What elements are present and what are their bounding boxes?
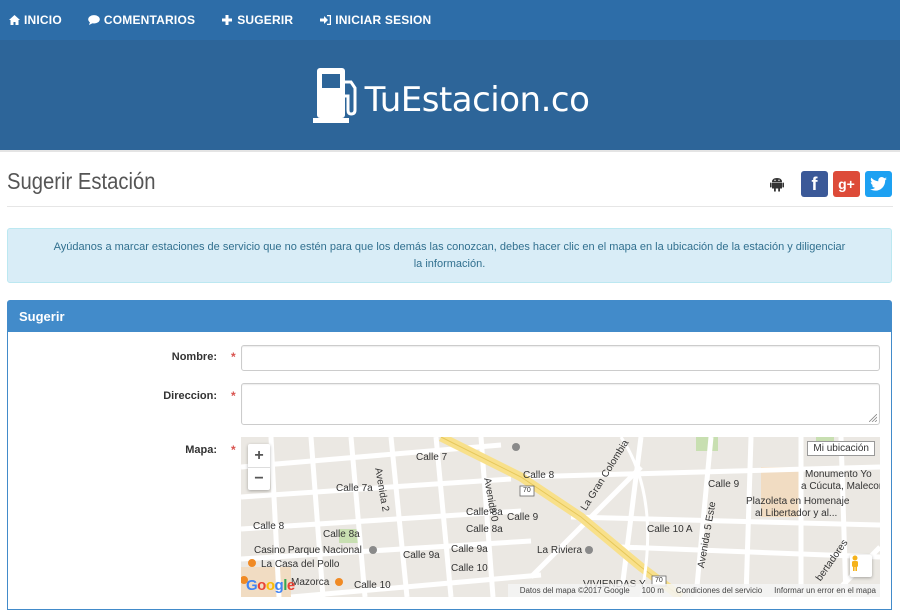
location-map[interactable]: Calle 7 Calle 7a Calle 8 Calle 8 Calle 8… [241,437,880,597]
nav-inicio[interactable]: INICIO [8,13,62,27]
map-zoom-control: + − [248,444,270,490]
map-scale: 100 m [641,586,664,595]
map-label-calle-9a: Calle 9a [403,550,440,561]
facebook-icon: f [811,173,818,194]
map-data-attribution: Datos del mapa ©2017 Google [519,586,630,595]
nav-comentarios-label: COMENTARIOS [103,13,196,27]
google-logo: Google [246,577,295,594]
pegman-icon [852,555,858,571]
plus-icon [221,14,233,26]
map-label-casa-pollo: La Casa del Pollo [261,559,340,570]
map-report-link[interactable]: Informar un error en el mapa [774,586,876,595]
map-label-calle-10-2: Calle 10 [451,563,488,574]
fuel-pump-icon [312,68,357,123]
android-icon[interactable] [770,176,784,192]
zoom-in-button[interactable]: + [248,444,270,467]
top-navbar: INICIO COMENTARIOS SUGERIR INICIAR SESIO… [0,0,900,40]
map-label-calle-8a-mid: Calle 8a [466,524,503,535]
info-alert-text: Ayúdanos a marcar estaciones de servicio… [53,241,846,270]
map-label-libertador: al Libertador y al... [755,508,838,519]
map-label-calle-8-right: Calle 8 [523,470,555,481]
nav-comentarios[interactable]: COMENTARIOS [88,13,195,27]
map-label-calle-9a-2: Calle 9a [451,544,488,555]
map-label-mazorca: Mazorca [291,577,330,588]
title-divider [7,206,893,207]
resize-handle-icon[interactable] [869,414,877,422]
nav-iniciar-sesion-label: INICIAR SESION [335,13,432,27]
map-label-plazoleta: Plazoleta en Homenaje [746,496,850,507]
map-footer: Datos del mapa ©2017 Google 100 m Condic… [507,584,880,597]
site-logo[interactable]: TuEstacion.co [311,66,590,124]
map-label-cucuta-malecon: a Cúcuta, Malecon [801,481,880,492]
address-required-mark: * [231,389,236,403]
zoom-out-button[interactable]: − [248,467,270,490]
map-label-calle-10: Calle 10 [354,580,391,591]
map-terms-link[interactable]: Condiciones del servicio [676,586,762,595]
map-label-la-riviera: La Riviera [537,545,583,556]
google-plus-icon: g+ [838,176,855,192]
name-required-mark: * [231,350,236,364]
map-label: Mapa: [185,444,217,456]
map-required-mark: * [231,443,236,457]
map-label-casino: Casino Parque Nacional [254,545,362,556]
address-label: Direccion: [163,390,217,402]
map-label-calle-8a: Calle 8a [323,529,360,540]
map-label-calle-7: Calle 7 [416,452,448,463]
info-alert: Ayúdanos a marcar estaciones de servicio… [7,228,892,283]
comment-icon [88,14,100,26]
social-links: f g+ [770,171,892,197]
street-view-pegman[interactable] [850,555,872,577]
map-label-calle-10a: Calle 10 A [647,524,693,535]
route-70-shield-2: 70 [655,577,663,584]
google-plus-button[interactable]: g+ [833,171,860,197]
map-label-calle-9: Calle 9 [507,512,539,523]
name-input[interactable] [241,345,880,371]
nav-inicio-label: INICIO [24,13,62,27]
header-banner: TuEstacion.co [0,40,900,150]
sign-in-icon [319,14,331,26]
twitter-icon [870,177,887,191]
map-label-calle-8: Calle 8 [253,521,285,532]
nav-sugerir[interactable]: SUGERIR [221,13,293,27]
banner-divider [0,150,900,152]
twitter-button[interactable] [865,171,892,197]
page-title: Sugerir Estación [7,168,156,194]
address-textarea[interactable] [241,383,880,425]
map-label-calle-7a: Calle 7a [336,483,373,494]
map-label-monumento: Monumento Yo [805,469,872,480]
route-70-shield: 70 [523,487,531,494]
facebook-button[interactable]: f [801,171,828,197]
home-icon [8,14,20,26]
logo-text: TuEstacion.co [364,80,590,120]
my-location-button[interactable]: Mi ubicación [807,441,875,456]
name-label: Nombre: [171,351,217,363]
nav-sugerir-label: SUGERIR [237,13,294,27]
panel-heading: Sugerir [8,301,891,332]
nav-iniciar-sesion[interactable]: INICIAR SESION [319,13,431,27]
map-label-calle-9-right: Calle 9 [708,479,740,490]
